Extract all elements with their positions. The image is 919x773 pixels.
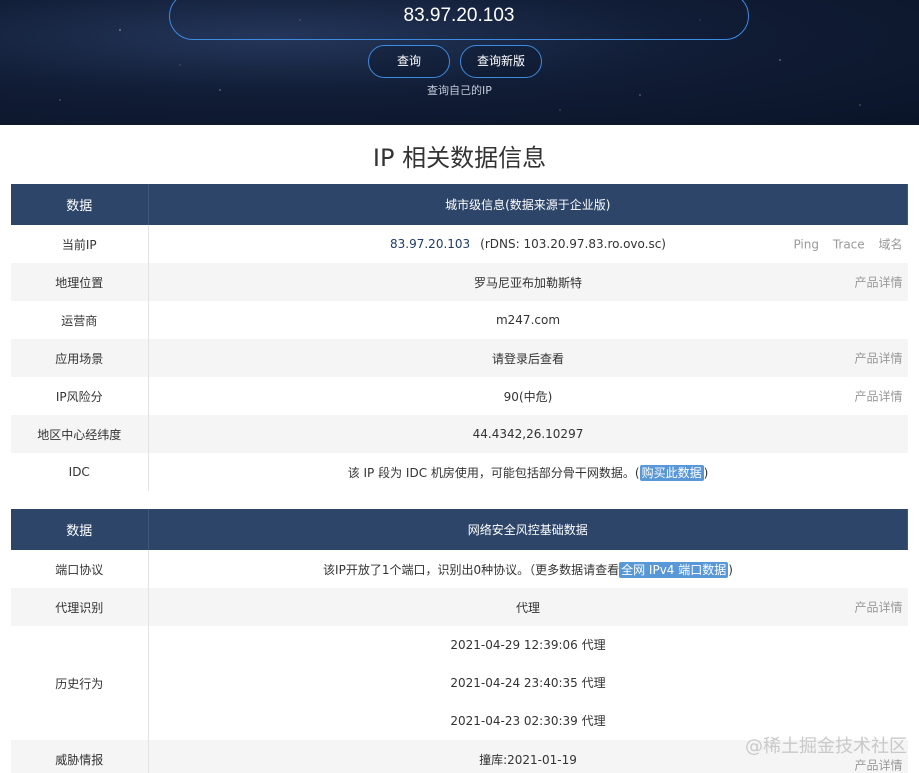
latlng-value: 44.4342,26.10297 bbox=[472, 427, 584, 441]
ports-text: 该IP开放了1个端口，识别出0种协议。（更多数据请查看 bbox=[323, 562, 620, 577]
table-row: 地区中心经纬度 44.4342,26.10297 bbox=[11, 415, 908, 453]
table-header-data: 数据 bbox=[11, 509, 149, 550]
ping-link[interactable]: Ping bbox=[793, 238, 819, 252]
row-label: 应用场景 bbox=[11, 339, 149, 377]
idc-suffix: ) bbox=[703, 465, 709, 480]
query-new-version-button[interactable]: 查询新版 bbox=[460, 45, 542, 78]
table-header-security: 网络安全风控基础数据 bbox=[148, 509, 908, 550]
product-details-link[interactable]: 产品详情 bbox=[854, 758, 902, 772]
scene-value: 请登录后查看 bbox=[491, 351, 564, 366]
ports-suffix: ) bbox=[728, 562, 733, 577]
row-label: 地理位置 bbox=[11, 263, 149, 301]
city-info-table: 数据 城市级信息(数据来源于企业版) 当前IP 83.97.20.103 (rDN… bbox=[11, 184, 908, 491]
row-label: IP风险分 bbox=[11, 377, 149, 415]
buy-data-link[interactable]: 购买此数据 bbox=[639, 464, 704, 481]
location-value: 罗马尼亚布加勒斯特 bbox=[473, 275, 582, 290]
query-own-ip-link[interactable]: 查询自己的IP bbox=[0, 82, 919, 98]
row-label: 当前IP bbox=[11, 225, 149, 263]
product-details-link[interactable]: 产品详情 bbox=[854, 276, 902, 290]
row-label: 历史行为 bbox=[11, 626, 149, 740]
table-header-city-info: 城市级信息(数据来源于企业版) bbox=[148, 184, 908, 225]
row-label: 运营商 bbox=[11, 301, 149, 339]
row-label: 威胁情报 bbox=[11, 740, 149, 773]
risk-score-value: 90(中危) bbox=[503, 389, 553, 404]
threat-value: 撞库:2021-01-19 bbox=[479, 752, 577, 767]
ip-search-input[interactable]: 83.97.20.103 bbox=[169, 0, 749, 40]
product-details-link[interactable]: 产品详情 bbox=[854, 601, 902, 615]
product-details-link[interactable]: 产品详情 bbox=[854, 390, 902, 404]
ipv4-port-data-link[interactable]: 全网 IPv4 端口数据 bbox=[619, 561, 729, 578]
query-button[interactable]: 查询 bbox=[368, 45, 450, 78]
table-row: 运营商 m247.com bbox=[11, 301, 908, 339]
trace-link[interactable]: Trace bbox=[833, 238, 865, 252]
history-item: 2021-04-29 12:39:06 代理 bbox=[450, 638, 606, 652]
watermark: @稀土掘金技术社区 bbox=[745, 736, 907, 757]
idc-text: 该 IP 段为 IDC 机房使用，可能包括部分骨干网数据。( bbox=[347, 465, 640, 480]
table-row: 地理位置 罗马尼亚布加勒斯特 产品详情 bbox=[11, 263, 908, 301]
page-title: IP 相关数据信息 bbox=[372, 144, 547, 172]
history-item: 2021-04-24 23:40:35 代理 bbox=[450, 676, 606, 690]
row-label: 代理识别 bbox=[11, 588, 149, 626]
row-label: IDC bbox=[11, 453, 149, 491]
rdns-text: (rDNS: 103.20.97.83.ro.ovo.sc) bbox=[480, 237, 666, 251]
search-hero: 83.97.20.103 查询 查询新版 查询自己的IP bbox=[0, 0, 919, 125]
table-row: 应用场景 请登录后查看 产品详情 bbox=[11, 339, 908, 377]
current-ip-link[interactable]: 83.97.20.103 bbox=[390, 237, 470, 251]
table-header-data: 数据 bbox=[11, 184, 149, 225]
product-details-link[interactable]: 产品详情 bbox=[854, 352, 902, 366]
table-row: 历史行为 2021-04-29 12:39:06 代理 2021-04-24 2… bbox=[11, 626, 908, 740]
table-row: 当前IP 83.97.20.103 (rDNS: 103.20.97.83.ro.… bbox=[11, 225, 908, 263]
isp-value: m247.com bbox=[495, 313, 561, 327]
row-label: 端口协议 bbox=[11, 550, 149, 588]
table-row: 端口协议 该IP开放了1个端口，识别出0种协议。（更多数据请查看 全网 IPv4 … bbox=[11, 550, 908, 588]
proxy-value: 代理 bbox=[515, 600, 540, 615]
row-label: 地区中心经纬度 bbox=[11, 415, 149, 453]
domain-link[interactable]: 域名 bbox=[878, 238, 902, 252]
table-row: 代理识别 代理 产品详情 bbox=[11, 588, 908, 626]
table-row: IDC 该 IP 段为 IDC 机房使用，可能包括部分骨干网数据。(购买此数据) bbox=[11, 453, 908, 491]
table-row: IP风险分 90(中危) 产品详情 bbox=[11, 377, 908, 415]
